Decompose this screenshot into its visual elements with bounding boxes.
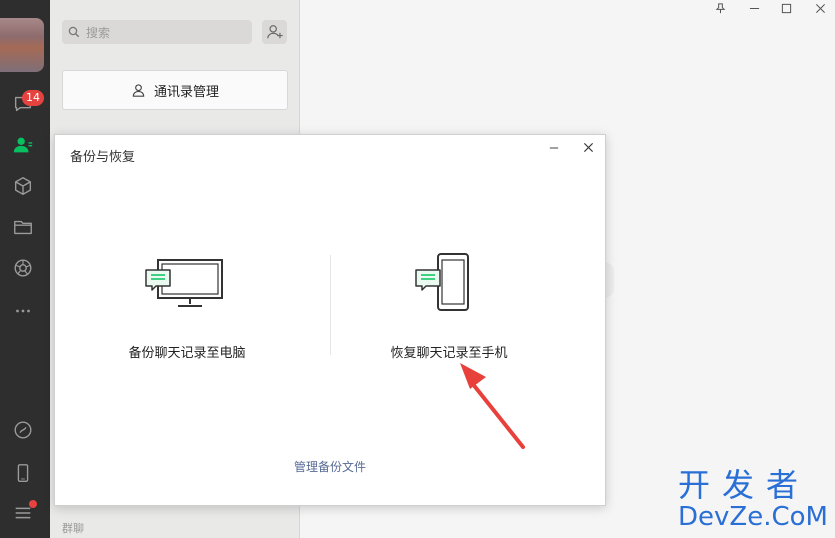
search-input[interactable]: 搜索 [86,24,110,41]
avatar[interactable] [0,18,44,72]
phone-icon [415,253,469,311]
left-sidebar: 14 [0,0,50,538]
watermark-bottom: DevZe.CoM [678,502,828,532]
dialog-title: 备份与恢复 [70,150,136,165]
close-icon [583,142,593,152]
mini-program-icon[interactable] [11,418,35,442]
moments-icon[interactable] [11,256,35,280]
options-divider [330,255,331,355]
contacts-icon[interactable] [11,133,35,157]
address-book-button[interactable]: 通讯录管理 [62,70,288,110]
phone-icon[interactable] [11,461,35,485]
backup-option-label: 备份聊天记录至电脑 [128,346,246,361]
group-chat-label: 群聊 [62,522,84,535]
search-box[interactable]: 搜索 [62,20,252,44]
folder-icon[interactable] [11,215,35,239]
red-arrow-annotation [460,363,525,449]
minimize-icon[interactable] [746,0,762,16]
more-icon[interactable] [11,299,35,323]
minimize-icon [549,147,559,149]
manage-backup-files-link[interactable]: 管理备份文件 [55,458,605,475]
favorites-icon[interactable] [11,174,35,198]
restore-to-phone-option[interactable]: 恢复聊天记录至手机 [339,250,559,365]
add-contact-button[interactable] [262,20,287,44]
menu-dot-badge [29,500,37,508]
unread-badge: 14 [22,90,44,106]
person-icon [132,83,145,97]
watermark: 开发者 DevZe.CoM [678,468,828,532]
dialog-close-button[interactable] [581,140,595,154]
search-icon [68,26,80,38]
computer-icon [145,259,223,307]
add-user-icon [266,25,283,39]
maximize-icon[interactable] [778,0,794,16]
pin-icon[interactable] [712,0,728,16]
address-book-label: 通讯录管理 [153,84,219,100]
close-icon[interactable] [812,0,828,16]
watermark-top: 开发者 [678,466,811,504]
backup-to-computer-option[interactable]: 备份聊天记录至电脑 [77,250,297,365]
dialog-minimize-button[interactable] [547,141,561,155]
